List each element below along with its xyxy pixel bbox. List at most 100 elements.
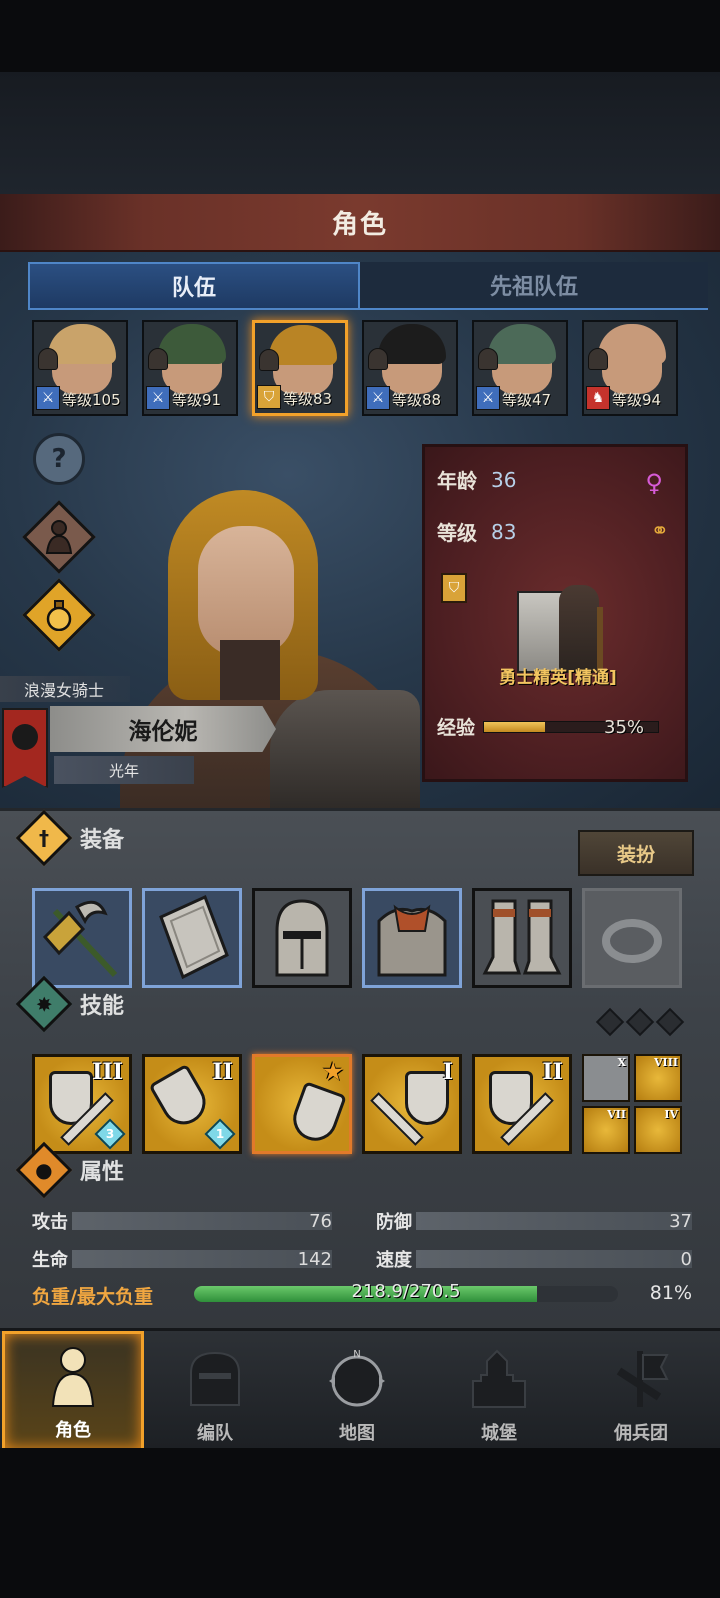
age-value: 36 [491, 467, 517, 492]
nav-castle[interactable]: 城堡 [428, 1331, 570, 1451]
speed-label: 速度 [376, 1250, 412, 1271]
boots-slot[interactable] [472, 888, 572, 988]
skill-slot-diamond [595, 1007, 625, 1037]
age-label: 年龄 [437, 469, 477, 493]
hero-card[interactable]: ⛉ 等级83 [252, 320, 348, 416]
bottom-nav: 角色 编队 N 地图 城堡 佣兵团 [0, 1328, 720, 1451]
hero-hair [488, 324, 556, 364]
troop-icon [588, 348, 608, 370]
passive-skill[interactable]: VII [582, 1106, 630, 1154]
potion-button[interactable] [22, 578, 96, 652]
hero-level: 等级105 [62, 391, 121, 409]
horse-class-icon: ♞ [586, 386, 610, 410]
attack-value: 76 [309, 1210, 332, 1232]
skill-list: III 3 II 1 ★ I II X VIII VII IV [32, 1054, 696, 1158]
shield-class-icon: ⛉ [257, 385, 281, 409]
skill-shield-bash[interactable]: II 1 [142, 1054, 242, 1154]
skill-rank: II [542, 1059, 563, 1085]
tab-team[interactable]: 队伍 [28, 262, 360, 310]
nav-mercenary[interactable]: 佣兵团 [570, 1331, 712, 1451]
character-name[interactable]: 海伦妮 [50, 706, 276, 752]
help-button[interactable]: ? [30, 430, 88, 488]
defense-stat: 防御 37 [376, 1208, 692, 1234]
defense-value: 37 [669, 1210, 692, 1232]
troop-icon [368, 348, 388, 370]
load-value: 218.9/270.5 [351, 1281, 461, 1302]
speed-value: 0 [680, 1248, 692, 1270]
load-label: 负重/最大负重 [32, 1286, 153, 1308]
hp-value: 142 [297, 1248, 332, 1270]
hero-hair [158, 324, 226, 364]
level-value: 83 [491, 519, 517, 544]
hero-hair [598, 324, 666, 364]
hp-stat: 生命 142 [32, 1246, 332, 1272]
equipment-label: 装备 [80, 828, 125, 853]
passive-skill[interactable]: IV [634, 1106, 682, 1154]
sword-class-icon: ⚔ [36, 386, 60, 410]
skill-rank: III [92, 1059, 123, 1085]
hero-card[interactable]: ♞ 等级94 [582, 320, 678, 416]
person-icon: ● [35, 1157, 53, 1182]
hero-card[interactable]: ⚔ 等级88 [362, 320, 458, 416]
equipment-slots [32, 888, 692, 992]
ring-slot[interactable] [582, 888, 682, 988]
character-role-title: 浪漫女骑士 [0, 676, 130, 702]
castle-icon [472, 1349, 526, 1408]
passive-skills: X VIII VII IV [582, 1054, 682, 1154]
boots-icon [482, 899, 562, 975]
character-info-panel: 年龄 36 ♀ 等级 83 ⚭ ⛉ 勇士精英[精通] 经验 35% [422, 444, 688, 782]
skill-slot-indicators [595, 1007, 685, 1037]
character-appearance-button[interactable] [22, 500, 96, 574]
troop-icon [38, 348, 58, 370]
axe-slot[interactable] [32, 888, 132, 988]
knight-helmet-icon [51, 1347, 95, 1407]
axe-icon [42, 900, 118, 978]
attributes-section-header: ● 属性 [15, 1141, 124, 1199]
svg-text:N: N [353, 1349, 360, 1360]
nav-character[interactable]: 角色 [2, 1331, 144, 1451]
compass-map-icon: N [329, 1349, 385, 1407]
experience-percent: 35% [604, 716, 645, 738]
help-icon: ? [51, 444, 67, 474]
hero-level: 等级88 [392, 391, 442, 409]
skill-dragon-shield[interactable]: ★ [252, 1054, 352, 1154]
dagger-icon: † [39, 826, 49, 850]
title-bar: 角色 [0, 194, 720, 252]
female-gender-icon: ♀ [645, 469, 663, 497]
skill-gem-icon: 1 [204, 1118, 236, 1150]
skill-shield-up[interactable]: I [362, 1054, 462, 1154]
status-bar [0, 0, 720, 72]
ring-icon[interactable]: ⚭ [651, 519, 669, 544]
nav-formation[interactable]: 编队 [144, 1331, 286, 1451]
faction-banner-icon[interactable] [2, 708, 48, 788]
character-name-plate: 浪漫女骑士 海伦妮 光年 [0, 676, 300, 788]
helmet-slot[interactable] [252, 888, 352, 988]
troop-icon [259, 349, 279, 371]
skill-slot-diamond [625, 1007, 655, 1037]
skill-shield-strike[interactable]: II [472, 1054, 572, 1154]
hero-level: 等级94 [612, 391, 662, 409]
hero-level: 等级47 [502, 391, 552, 409]
dress-up-button[interactable]: 装扮 [578, 830, 694, 876]
passive-skill[interactable]: X [582, 1054, 630, 1102]
character-title[interactable]: 光年 [54, 756, 194, 784]
class-name[interactable]: 勇士精英[精通] [425, 663, 691, 688]
hero-card[interactable]: ⚔ 等级91 [142, 320, 238, 416]
tab-ancestor-team[interactable]: 先祖队伍 [360, 262, 708, 310]
hero-roster: ⚔ 等级105 ⚔ 等级91 ⛉ 等级83 ⚔ 等级88 ⚔ 等级47 ♞ 等级94 [32, 320, 692, 416]
armor-slot[interactable] [362, 888, 462, 988]
nav-map[interactable]: N 地图 [286, 1331, 428, 1451]
hero-hair [378, 324, 446, 364]
page-title: 角色 [331, 209, 388, 240]
skills-label: 技能 [80, 994, 125, 1019]
passive-skill[interactable]: VIII [634, 1054, 682, 1102]
shield-slot[interactable] [142, 888, 242, 988]
hero-hair [269, 325, 337, 365]
hero-card[interactable]: ⚔ 等级47 [472, 320, 568, 416]
sword-class-icon: ⚔ [366, 386, 390, 410]
hero-level: 等级83 [283, 390, 333, 408]
speed-stat: 速度 0 [376, 1246, 692, 1272]
skill-shield-sword[interactable]: III 3 [32, 1054, 132, 1154]
experience-bar: 35% [483, 717, 660, 738]
hero-card[interactable]: ⚔ 等级105 [32, 320, 128, 416]
